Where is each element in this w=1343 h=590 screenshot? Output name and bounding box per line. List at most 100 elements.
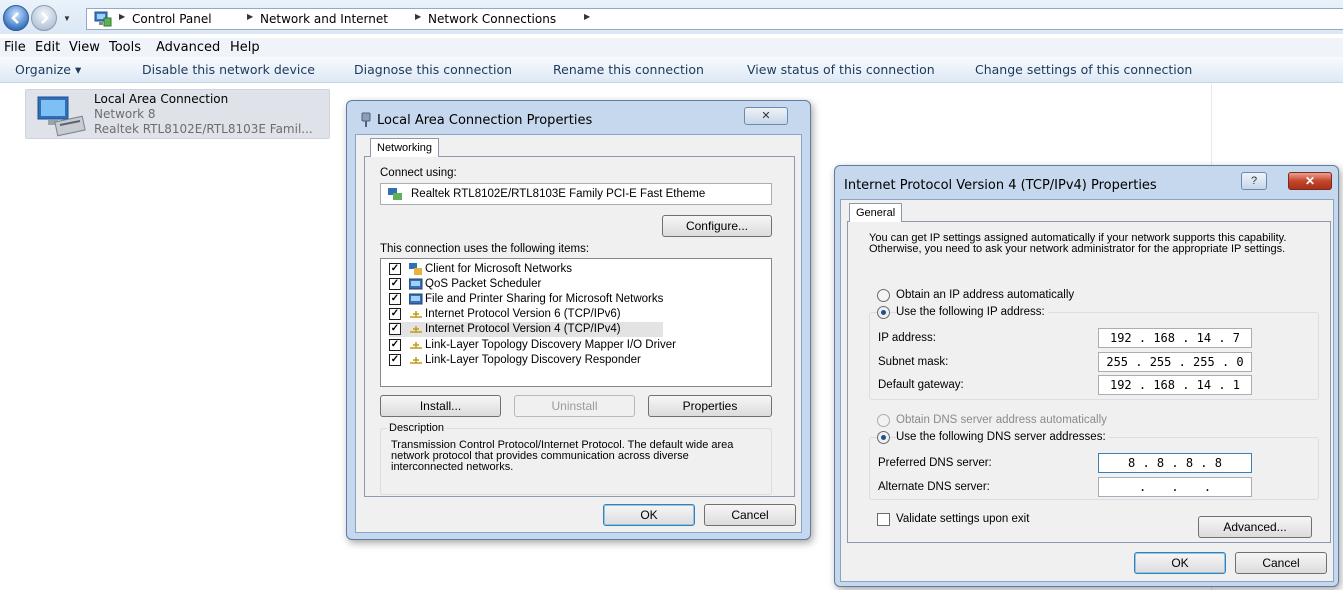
validate-label: Validate settings upon exit: [896, 513, 1030, 525]
breadcrumb-separator-icon: ▶: [247, 12, 254, 21]
lan-properties-dialog: Local Area Connection Properties ✕ Netwo…: [346, 100, 811, 540]
use-following-dns-label: Use the following DNS server addresses:: [896, 431, 1109, 443]
protocol-icon: [410, 326, 422, 333]
list-item-selected[interactable]: ✓ Internet Protocol Version 4 (TCP/IPv4): [389, 322, 663, 337]
ok-button[interactable]: OK: [1134, 552, 1226, 574]
close-button[interactable]: ✕: [744, 107, 788, 125]
rename-button[interactable]: Rename this connection: [553, 62, 704, 77]
connect-using-label: Connect using:: [380, 167, 457, 179]
use-following-ip-label: Use the following IP address:: [896, 306, 1048, 318]
connection-network: Network 8: [94, 107, 156, 121]
menu-bar: File Edit View Tools Advanced Help: [0, 38, 1343, 58]
lan-dialog-body: Networking Connect using: Realtek RTL810…: [355, 134, 802, 533]
back-button[interactable]: [3, 5, 29, 31]
install-button[interactable]: Install...: [380, 395, 501, 417]
adapter-name: Realtek RTL8102E/RTL8103E Family PCI-E F…: [411, 188, 706, 200]
connection-adapter: Realtek RTL8102E/RTL8103E Famil...: [94, 122, 313, 136]
checkbox[interactable]: ✓: [389, 293, 401, 305]
checkbox[interactable]: ✓: [389, 263, 401, 275]
diagnose-button[interactable]: Diagnose this connection: [354, 62, 512, 77]
use-following-dns-radio[interactable]: [877, 431, 890, 444]
protocol-icon: [410, 357, 422, 364]
subnet-mask-label: Subnet mask:: [878, 356, 949, 368]
checkbox[interactable]: ✓: [389, 308, 401, 320]
items-label: This connection uses the following items…: [380, 243, 590, 255]
forward-button[interactable]: [31, 5, 57, 31]
alternate-dns-field[interactable]: . . .: [1098, 477, 1252, 497]
adapter-field: Realtek RTL8102E/RTL8103E Family PCI-E F…: [380, 183, 772, 205]
protocol-icon: [410, 311, 422, 318]
menu-help[interactable]: Help: [230, 40, 260, 55]
help-button[interactable]: ?: [1241, 172, 1267, 190]
recent-pages-dropdown-icon[interactable]: ▼: [63, 14, 71, 23]
general-panel: You can get IP settings assigned automat…: [847, 221, 1331, 543]
disable-device-button[interactable]: Disable this network device: [142, 62, 315, 77]
obtain-ip-auto-radio[interactable]: [877, 289, 890, 302]
address-bar[interactable]: ▶ Control Panel ▶ Network and Internet ▶…: [86, 8, 1343, 30]
breadcrumb-separator-icon: ▶: [119, 12, 126, 21]
ip-address-label: IP address:: [878, 332, 936, 344]
ipv4-dialog-title: Internet Protocol Version 4 (TCP/IPv4) P…: [844, 178, 1157, 193]
checkbox[interactable]: ✓: [389, 339, 401, 351]
cancel-button[interactable]: Cancel: [704, 504, 796, 526]
menu-file[interactable]: File: [4, 40, 26, 55]
breadcrumb-separator-icon: ▶: [415, 12, 422, 21]
use-following-ip-radio[interactable]: [877, 306, 890, 319]
menu-tools[interactable]: Tools: [109, 40, 141, 55]
cancel-button[interactable]: Cancel: [1235, 552, 1327, 574]
preferred-dns-field[interactable]: 8 . 8 . 8 . 8: [1098, 453, 1252, 473]
service-icon: [409, 278, 423, 290]
ipv4-dialog-body: General You can get IP settings assigned…: [840, 199, 1334, 582]
uninstall-button[interactable]: Uninstall: [514, 395, 635, 417]
protocol-icon: [410, 342, 422, 349]
connection-name: Local Area Connection: [94, 92, 229, 106]
checkbox[interactable]: ✓: [389, 323, 401, 335]
menu-edit[interactable]: Edit: [35, 40, 60, 55]
breadcrumb-network-and-internet[interactable]: Network and Internet: [260, 12, 388, 26]
navigation-bar: ▼ ▶ Control Panel ▶ Network and Internet…: [0, 0, 1343, 34]
checkbox[interactable]: ✓: [389, 278, 401, 290]
ip-address-field[interactable]: 192 . 168 . 14 . 7: [1098, 328, 1252, 348]
close-button[interactable]: ✕: [1288, 172, 1332, 190]
tab-general[interactable]: General: [849, 203, 903, 222]
menu-view[interactable]: View: [69, 40, 100, 55]
configure-button[interactable]: Configure...: [662, 215, 772, 237]
breadcrumb-network-connections[interactable]: Network Connections: [428, 12, 556, 26]
components-list: ✓ Client for Microsoft Networks ✓ QoS Pa…: [380, 258, 772, 387]
network-client-icon: [409, 263, 422, 275]
network-plug-icon: [361, 112, 371, 127]
subnet-mask-field[interactable]: 255 . 255 . 255 . 0: [1098, 352, 1252, 372]
checkbox[interactable]: ✓: [389, 354, 401, 366]
intro-text: You can get IP settings assigned automat…: [869, 232, 1287, 255]
view-status-button[interactable]: View status of this connection: [747, 62, 935, 77]
connection-item[interactable]: Local Area Connection Network 8 Realtek …: [25, 89, 330, 139]
default-gateway-field[interactable]: 192 . 168 . 14 . 1: [1098, 375, 1252, 395]
breadcrumb-separator-icon: ▶: [584, 12, 591, 21]
forward-arrow-icon: [41, 12, 49, 24]
ok-button[interactable]: OK: [603, 504, 695, 526]
ipv4-properties-dialog: Internet Protocol Version 4 (TCP/IPv4) P…: [834, 165, 1339, 587]
preferred-dns-label: Preferred DNS server:: [878, 457, 992, 469]
default-gateway-label: Default gateway:: [878, 379, 964, 391]
validate-checkbox[interactable]: [877, 513, 890, 526]
description-label: Description: [387, 422, 447, 434]
tab-networking[interactable]: Networking: [370, 138, 440, 157]
command-bar: Organize ▾ Disable this network device D…: [0, 57, 1343, 83]
breadcrumb-control-panel[interactable]: Control Panel: [132, 12, 212, 26]
description-group: Description Transmission Control Protoco…: [380, 422, 772, 495]
alternate-dns-label: Alternate DNS server:: [878, 481, 990, 493]
obtain-ip-auto-label: Obtain an IP address automatically: [896, 289, 1075, 301]
adapter-icon: [388, 188, 402, 200]
menu-advanced[interactable]: Advanced: [156, 40, 220, 55]
organize-button[interactable]: Organize ▾: [15, 62, 81, 77]
back-arrow-icon: [11, 12, 19, 24]
obtain-dns-auto-radio[interactable]: [877, 414, 890, 427]
advanced-button[interactable]: Advanced...: [1198, 516, 1312, 538]
network-adapter-icon: [37, 96, 86, 137]
change-settings-button[interactable]: Change settings of this connection: [975, 62, 1192, 77]
lan-dialog-title: Local Area Connection Properties: [377, 113, 593, 128]
service-icon: [409, 293, 423, 305]
properties-button[interactable]: Properties: [648, 395, 772, 417]
networking-panel: Connect using: Realtek RTL8102E/RTL8103E…: [364, 156, 795, 497]
control-panel-icon: [94, 11, 112, 27]
